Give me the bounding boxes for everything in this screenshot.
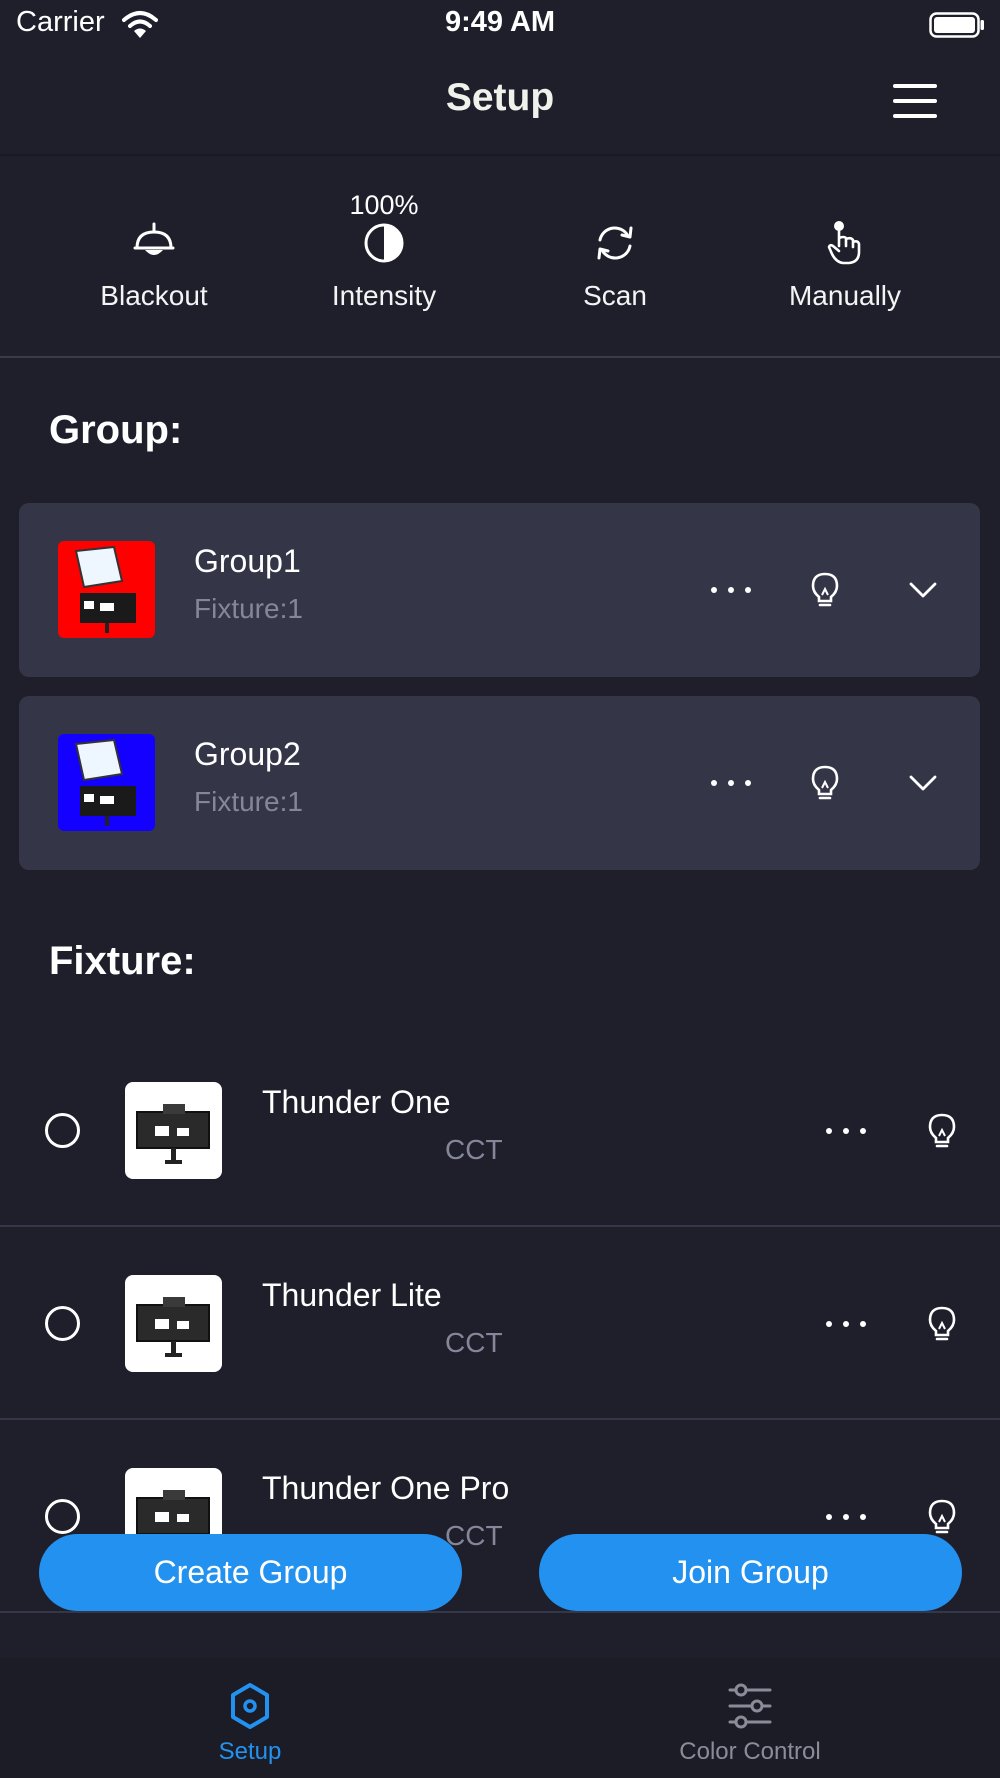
more-options-button[interactable] xyxy=(711,778,755,788)
hexagon-icon xyxy=(231,1683,269,1729)
tab-color-control[interactable]: Color Control xyxy=(500,1658,1000,1778)
more-options-button[interactable] xyxy=(826,1512,870,1522)
lamp-icon xyxy=(133,222,175,255)
clock: 9:49 AM xyxy=(444,6,556,38)
fixture-mode: CCT xyxy=(445,1327,503,1358)
group-section-title: Group: xyxy=(49,408,183,452)
create-group-button[interactable]: Create Group xyxy=(39,1534,462,1611)
fixture-mode: CCT xyxy=(445,1520,503,1551)
fixture-thumbnail xyxy=(125,1082,222,1179)
menu-icon xyxy=(893,84,937,88)
fixture-image xyxy=(74,545,136,633)
hand-pointer-icon xyxy=(827,221,861,265)
blackout-label: Blackout xyxy=(100,280,208,311)
menu-button[interactable] xyxy=(893,82,937,120)
tab-setup[interactable]: Setup xyxy=(0,1658,500,1778)
group-card[interactable]: Group2 Fixture:1 xyxy=(19,696,980,870)
manually-button[interactable]: Manually xyxy=(745,220,945,340)
blackout-button[interactable]: Blackout xyxy=(54,220,254,340)
join-group-button[interactable]: Join Group xyxy=(539,1534,962,1611)
scan-button[interactable]: Scan xyxy=(515,220,715,340)
chevron-down-icon[interactable] xyxy=(908,774,938,792)
page-title: Setup xyxy=(445,76,555,119)
fixture-row[interactable]: Thunder Lite CCT xyxy=(0,1227,1000,1420)
tab-color-control-label: Color Control xyxy=(679,1738,821,1765)
nav-divider xyxy=(0,154,1000,156)
more-options-button[interactable] xyxy=(826,1126,870,1136)
refresh-icon xyxy=(597,226,633,260)
fixture-thumbnail xyxy=(125,1275,222,1372)
fixture-section-title: Fixture: xyxy=(49,939,196,983)
fixture-name: Thunder Lite xyxy=(262,1277,442,1313)
group-fixture-count: Fixture:1 xyxy=(194,786,303,817)
fixture-image xyxy=(136,1297,210,1357)
toolbar-divider xyxy=(0,356,1000,358)
lightbulb-button[interactable] xyxy=(927,1305,957,1343)
lightbulb-button[interactable] xyxy=(810,571,840,609)
scan-label: Scan xyxy=(583,280,647,311)
manually-label: Manually xyxy=(788,280,902,311)
group-fixture-count: Fixture:1 xyxy=(194,593,303,624)
fixture-image xyxy=(74,738,136,826)
tab-setup-label: Setup xyxy=(218,1738,282,1765)
group-thumbnail xyxy=(58,734,155,831)
lightbulb-button[interactable] xyxy=(927,1112,957,1150)
lightbulb-button[interactable] xyxy=(810,764,840,802)
battery-icon xyxy=(929,12,984,38)
group-thumbnail xyxy=(58,541,155,638)
fixture-name: Thunder One Pro xyxy=(262,1470,510,1506)
more-options-button[interactable] xyxy=(711,585,755,595)
chevron-down-icon[interactable] xyxy=(908,581,938,599)
sliders-icon xyxy=(728,1683,772,1729)
select-radio[interactable] xyxy=(45,1113,80,1148)
select-radio[interactable] xyxy=(45,1306,80,1341)
half-circle-icon xyxy=(364,223,404,263)
row-divider xyxy=(0,1611,1000,1613)
intensity-value: 100% xyxy=(349,190,419,220)
fixture-row[interactable]: Thunder One CCT xyxy=(0,1034,1000,1227)
fixture-name: Thunder One xyxy=(262,1084,451,1120)
lightbulb-button[interactable] xyxy=(927,1498,957,1536)
fixture-image xyxy=(136,1104,210,1164)
fixture-mode: CCT xyxy=(445,1134,503,1165)
intensity-button[interactable]: Intensity xyxy=(284,220,484,340)
status-bar: Carrier 9:49 AM xyxy=(0,0,1000,52)
tab-bar: Setup Color Control xyxy=(0,1658,1000,1778)
menu-icon-bar xyxy=(893,114,937,118)
group-name: Group2 xyxy=(194,736,301,772)
select-radio[interactable] xyxy=(45,1499,80,1534)
more-options-button[interactable] xyxy=(826,1319,870,1329)
menu-icon-bar xyxy=(893,99,937,103)
group-card[interactable]: Group1 Fixture:1 xyxy=(19,503,980,677)
group-name: Group1 xyxy=(194,543,301,579)
intensity-label: Intensity xyxy=(331,280,437,311)
